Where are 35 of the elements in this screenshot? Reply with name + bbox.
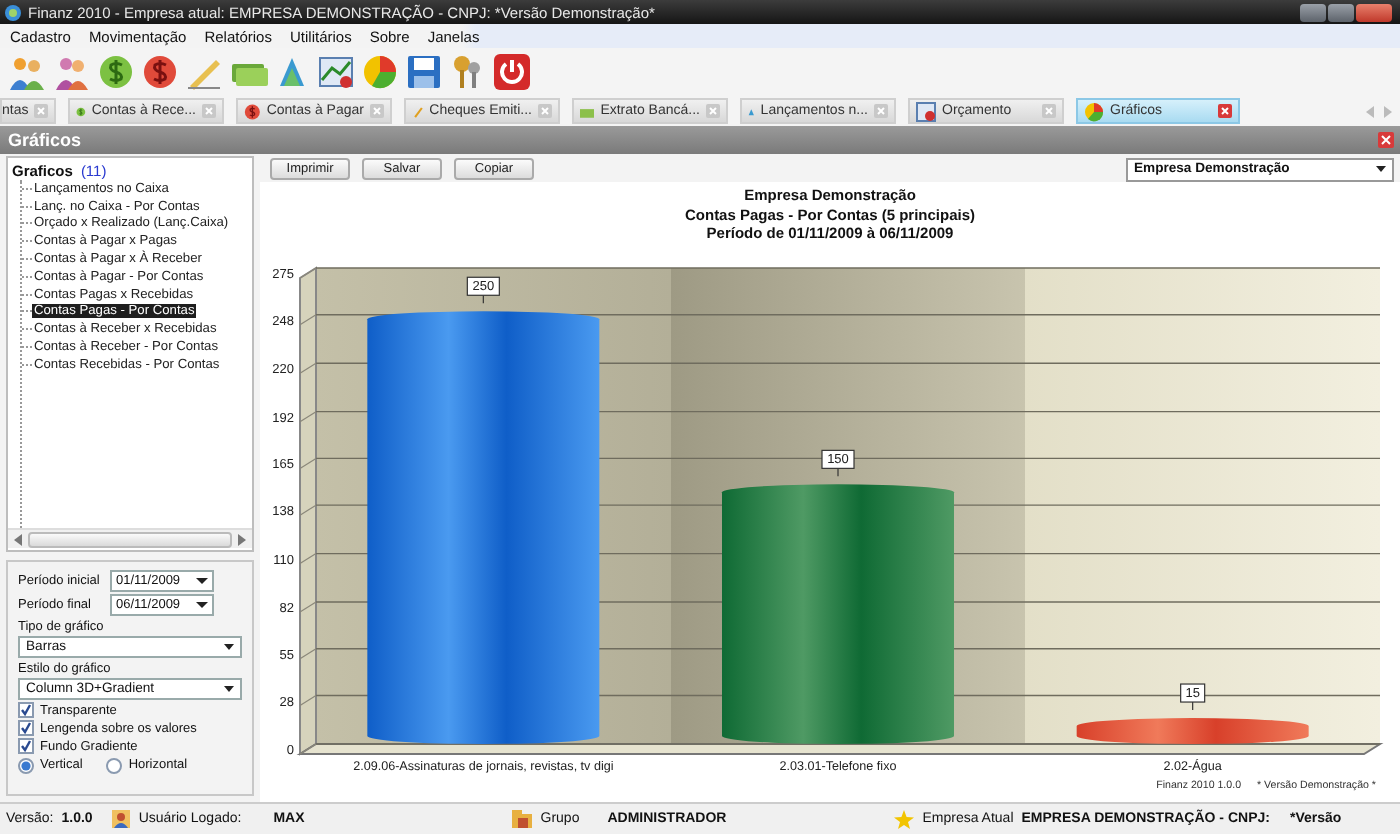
line-chart-icon[interactable]	[316, 52, 356, 92]
close-icon[interactable]	[1218, 104, 1232, 118]
coin-icon	[244, 101, 261, 121]
star-icon	[894, 809, 915, 829]
maximize-button[interactable]	[1328, 3, 1354, 21]
radio-button[interactable]	[106, 757, 123, 773]
checkbox[interactable]	[18, 702, 34, 718]
close-button[interactable]	[1356, 3, 1392, 21]
people-icon[interactable]	[52, 52, 92, 92]
right-arrow-icon[interactable]	[238, 533, 246, 545]
pie-chart-icon	[1084, 101, 1104, 121]
line-chart-icon	[916, 101, 936, 121]
dropdown-arrow-icon	[1376, 166, 1386, 172]
dropdown-arrow-icon	[196, 602, 208, 608]
checkbox[interactable]	[18, 720, 34, 736]
dropdown-arrow-icon	[196, 578, 208, 584]
radio-button[interactable]	[18, 757, 34, 773]
save-icon[interactable]	[404, 52, 444, 92]
user-icon	[112, 810, 131, 828]
power-icon[interactable]	[492, 52, 532, 92]
folder-icon	[512, 810, 533, 828]
scrollbar-thumb[interactable]	[28, 531, 232, 547]
coin-icon[interactable]	[96, 52, 136, 92]
horizontal-scrollbar[interactable]	[8, 528, 252, 548]
app-icon	[4, 3, 22, 21]
minimize-button[interactable]	[1300, 3, 1326, 21]
left-arrow-icon[interactable]	[14, 533, 22, 545]
people-icon[interactable]	[8, 52, 48, 92]
dropdown-arrow-icon	[224, 644, 234, 650]
pie-chart-icon[interactable]	[360, 52, 400, 92]
coin-icon[interactable]	[140, 52, 180, 92]
checkbox[interactable]	[18, 738, 34, 754]
close-icon[interactable]	[1378, 132, 1394, 148]
dropdown-arrow-icon	[224, 686, 234, 692]
panel-title: Gráficos	[8, 130, 82, 150]
